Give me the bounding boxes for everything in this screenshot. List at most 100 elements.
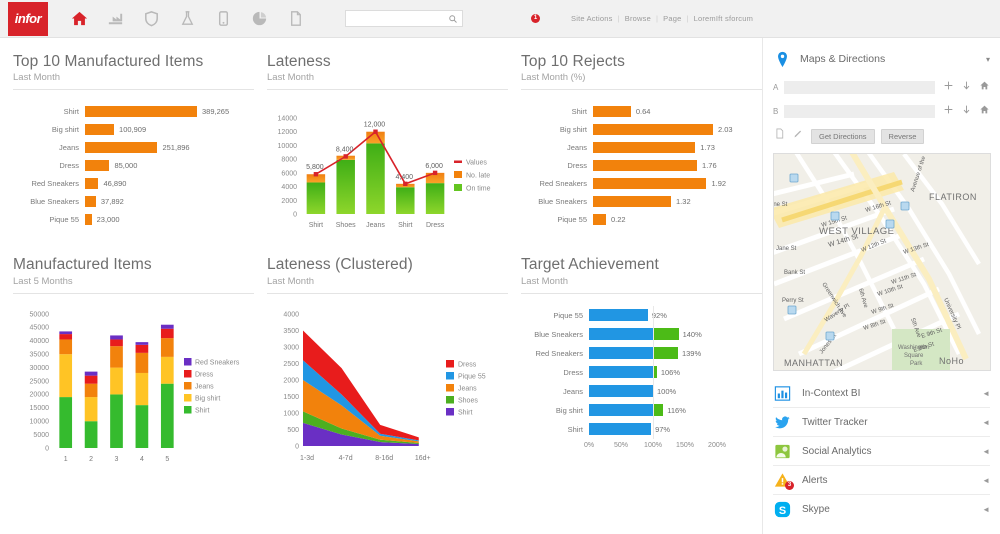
search-input[interactable] [346,11,462,26]
bar-fill[interactable] [593,177,707,189]
stacked-segment[interactable] [135,352,149,373]
nav-separator: | [617,14,620,23]
bar-fill-base[interactable] [589,309,648,322]
bar-fill-base[interactable] [589,404,653,417]
stacked-segment[interactable] [59,339,73,354]
stacked-segment[interactable] [59,396,73,448]
stacked-segment[interactable] [110,345,123,368]
sidebar-item-skype[interactable]: S Skype ◄ [773,495,990,524]
stacked-segment[interactable] [84,396,98,421]
chevron-left-icon[interactable]: ◄ [982,505,990,514]
bar-fill[interactable] [85,141,158,153]
destination-input[interactable] [784,104,935,118]
flask-icon[interactable] [178,9,197,28]
bar-fill-base[interactable] [589,328,653,341]
nav-link-page[interactable]: Page [663,14,681,23]
maps-directions-header[interactable]: Maps & Directions ▾ [773,46,990,72]
column-segment-on-time[interactable] [366,143,385,215]
crosshair-icon[interactable] [943,78,954,96]
bar-fill[interactable] [593,195,672,207]
nav-link-extra[interactable]: LoremIft sforcum [694,14,753,23]
line-data-point[interactable] [313,172,319,177]
stacked-segment[interactable] [160,356,174,384]
line-data-point[interactable] [432,171,438,176]
bar-fill-base[interactable] [589,366,653,379]
bar-fill[interactable] [85,123,115,135]
stacked-segment[interactable] [84,383,98,397]
get-directions-button[interactable]: Get Directions [811,128,875,144]
bar-fill-over-target[interactable] [653,404,664,417]
bar-fill[interactable] [85,177,99,189]
chevron-left-icon[interactable]: ◄ [982,447,990,456]
stacked-segment[interactable] [59,331,73,334]
line-data-point[interactable] [373,129,378,135]
crosshair-icon[interactable] [943,102,954,120]
bar-fill-base[interactable] [589,347,653,360]
bar-fill[interactable] [593,141,696,153]
stacked-segment[interactable] [59,333,73,340]
bar-fill[interactable] [85,195,96,207]
bar-fill[interactable] [593,123,713,135]
pen-icon[interactable] [792,127,805,145]
line-data-point[interactable] [403,182,408,187]
chevron-down-icon[interactable]: ▾ [986,55,990,64]
stacked-segment[interactable] [160,328,174,338]
stacked-segment[interactable] [160,337,174,357]
factory-icon[interactable] [106,9,125,28]
chevron-left-icon[interactable]: ◄ [982,476,990,485]
stacked-segment[interactable] [84,375,98,384]
stacked-segment[interactable] [110,394,123,448]
search-box[interactable] [345,10,463,27]
bar-fill[interactable] [593,213,606,225]
bar-fill[interactable] [85,213,92,225]
arrow-down-icon[interactable] [961,78,972,96]
reverse-button[interactable]: Reverse [880,128,925,144]
stacked-segment[interactable] [160,383,174,448]
bar-fill-base[interactable] [589,385,653,398]
home-icon[interactable] [979,78,990,96]
shield-icon[interactable] [142,9,161,28]
bar-fill[interactable] [85,105,197,117]
bar-fill[interactable] [593,159,698,171]
sidebar-item-twitter-tracker[interactable]: Twitter Tracker ◄ [773,408,990,437]
page-icon[interactable] [773,127,786,145]
sidebar-item-alerts[interactable]: 3 Alerts ◄ [773,466,990,495]
column-segment-on-time[interactable] [425,183,445,215]
column-segment-on-time[interactable] [336,160,355,215]
nav-link-site-actions[interactable]: Site Actions [571,14,613,23]
stacked-segment[interactable] [110,335,123,340]
bar-row: Shirt 389,265 [13,102,254,120]
chevron-left-icon[interactable]: ◄ [982,389,990,398]
bar-fill[interactable] [593,105,631,117]
infor-logo[interactable]: infor [8,1,48,36]
arrow-down-icon[interactable] [961,102,972,120]
home-icon[interactable] [70,9,89,28]
device-icon[interactable] [214,9,233,28]
stacked-segment[interactable] [110,367,123,395]
bar-fill-over-target[interactable] [653,347,678,360]
bar-fill-base[interactable] [589,423,652,436]
column-segment-on-time[interactable] [396,187,415,215]
column-segment-on-time[interactable] [306,182,326,215]
stacked-segment[interactable] [135,372,149,405]
chevron-left-icon[interactable]: ◄ [982,418,990,427]
bar-fill[interactable] [85,159,110,171]
pie-chart-icon[interactable] [250,9,269,28]
nav-link-browse[interactable]: Browse [625,14,651,23]
bar-fill-over-target[interactable] [653,328,679,341]
map-view[interactable]: W 15th St W 16th St W 14th St Jane St Ba… [773,153,991,371]
stacked-segment[interactable] [84,371,98,376]
stacked-segment[interactable] [84,420,98,448]
document-icon[interactable] [286,9,305,28]
stacked-segment[interactable] [135,344,149,353]
stacked-segment[interactable] [160,324,174,329]
stacked-segment[interactable] [110,339,123,346]
sidebar-item-social-analytics[interactable]: Social Analytics ◄ [773,437,990,466]
line-data-point[interactable] [343,154,348,159]
stacked-segment[interactable] [135,341,149,345]
stacked-segment[interactable] [59,353,73,397]
stacked-segment[interactable] [135,404,149,448]
home-icon[interactable] [979,102,990,120]
sidebar-item-in-context-bi[interactable]: In-Context BI ◄ [773,379,990,408]
origin-input[interactable] [784,80,935,94]
